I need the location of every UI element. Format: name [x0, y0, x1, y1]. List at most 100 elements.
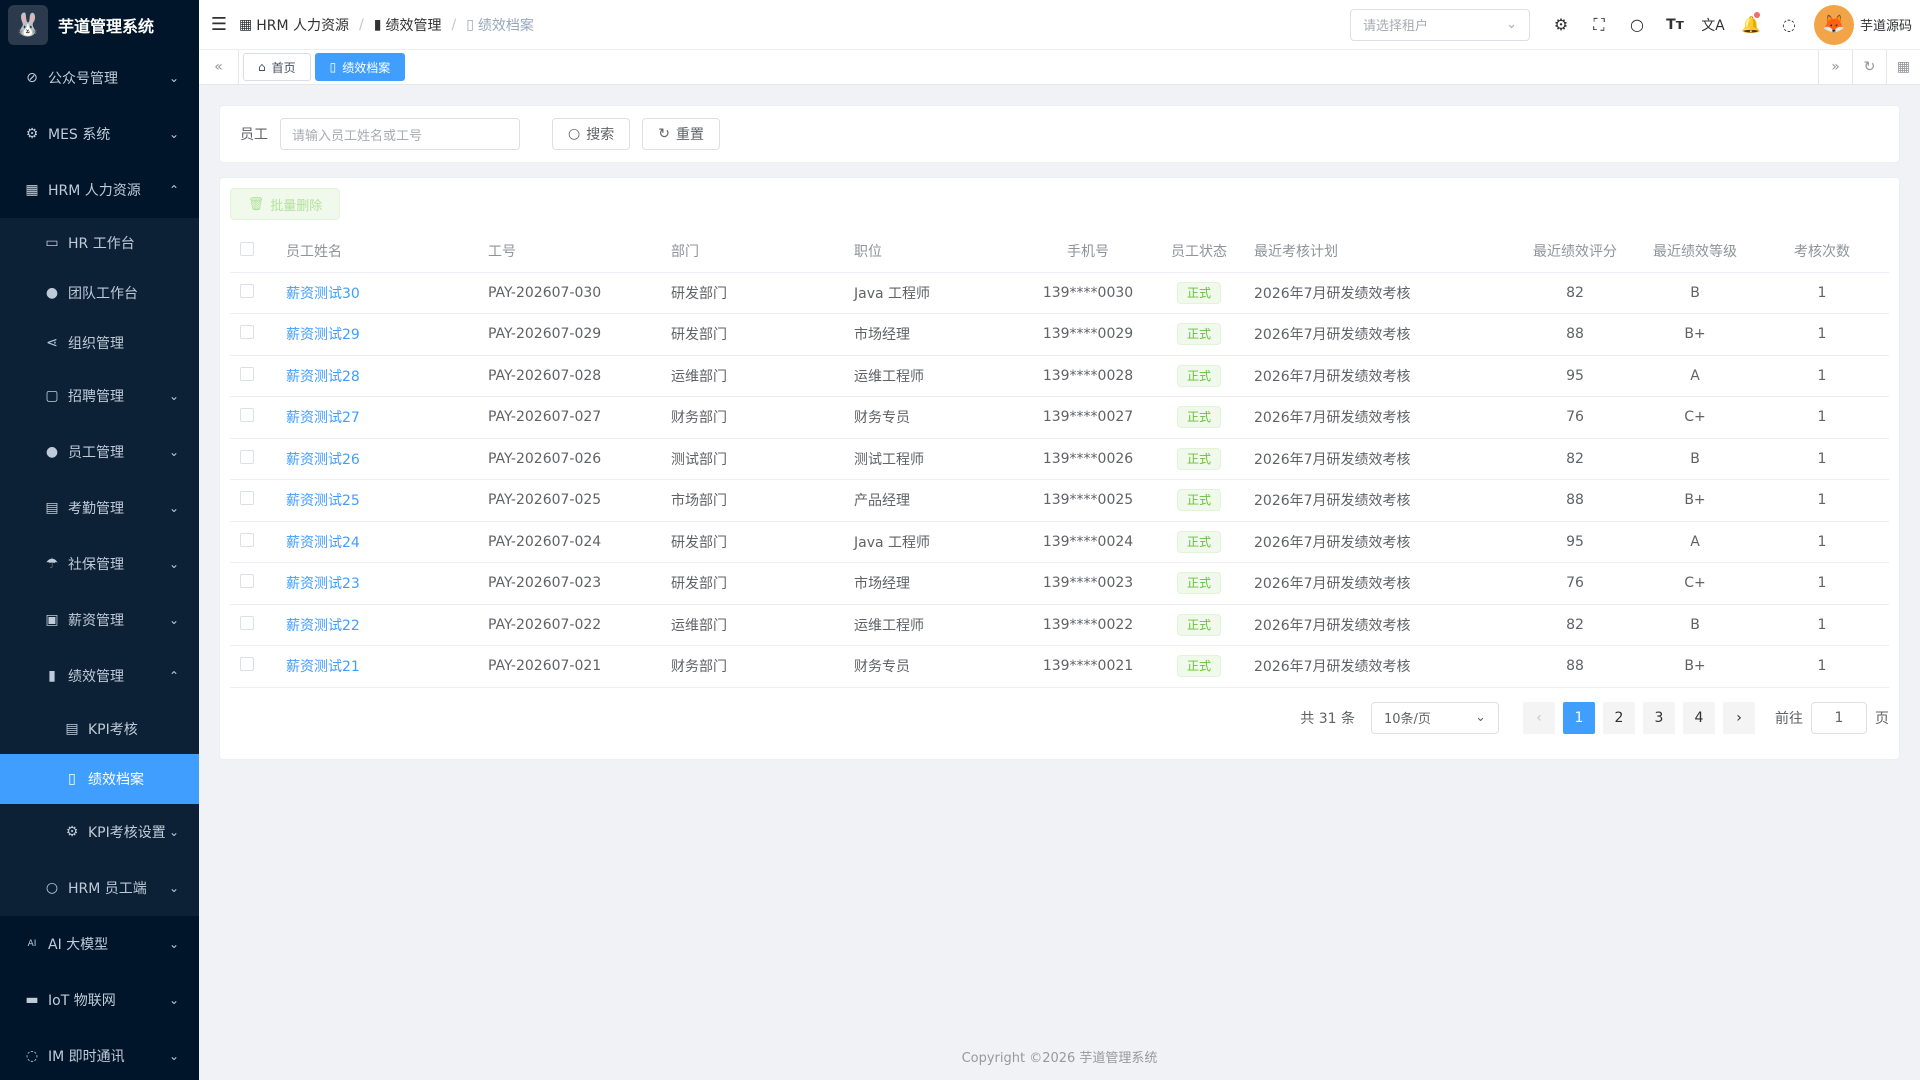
row-checkbox[interactable]: [240, 615, 254, 630]
goto-page-input[interactable]: 1: [1811, 701, 1867, 734]
employee-name-link[interactable]: 薪资测试23: [286, 576, 360, 592]
department-cell: 研发部门: [661, 313, 844, 356]
sidebar-item-performance[interactable]: ▮ 绩效管理 ⌃: [0, 648, 199, 704]
score: 76: [1566, 575, 1584, 592]
sidebar-item-hr-workbench[interactable]: ▭ HR 工作台: [0, 218, 199, 268]
row-checkbox[interactable]: [240, 574, 254, 589]
page-3[interactable]: 3: [1643, 701, 1675, 734]
col-no[interactable]: 工号: [478, 230, 661, 273]
gear-icon[interactable]: ⚙: [1542, 0, 1580, 50]
employee-search-input[interactable]: 请输入员工姓名或工号: [280, 118, 520, 150]
sidebar-item-kpi[interactable]: ▤ KPI考核: [0, 704, 199, 754]
search-button[interactable]: ○ 搜索: [552, 118, 631, 150]
table-row[interactable]: 薪资测试29 PAY-202607-029 研发部门 市场经理 139****0029 正…: [230, 313, 1889, 356]
row-checkbox[interactable]: [240, 408, 254, 423]
table-row[interactable]: 薪资测试28 PAY-202607-028 运维部门 运维工程师 139****0028…: [230, 355, 1889, 397]
double-chevron-right-icon[interactable]: »: [1818, 50, 1852, 84]
batch-delete-button[interactable]: 🗑 批量删除: [230, 188, 340, 220]
row-checkbox[interactable]: [240, 283, 254, 298]
table-row[interactable]: 薪资测试22 PAY-202607-022 运维部门 运维工程师 139****0022…: [230, 604, 1889, 646]
page-2[interactable]: 2: [1603, 701, 1635, 734]
sidebar-item-kpi-settings[interactable]: ⚙ KPI考核设置 ⌄: [0, 804, 199, 860]
search-form: 员工 请输入员工姓名或工号 ○ 搜索 ↻ 重置: [219, 105, 1900, 163]
performance-submenu: ▤ KPI考核 ▯ 绩效档案 ⚙ KPI考核设置 ⌄: [0, 704, 199, 860]
page-4[interactable]: 4: [1683, 701, 1715, 734]
col-dept[interactable]: 部门: [661, 230, 844, 273]
sidebar-item-perf-archive[interactable]: ▯ 绩效档案: [0, 754, 199, 804]
row-checkbox[interactable]: [240, 366, 254, 381]
table-row[interactable]: 薪资测试26 PAY-202607-026 测试部门 测试工程师 139****0026…: [230, 438, 1889, 480]
font-size-icon[interactable]: Tт: [1656, 0, 1694, 50]
col-position[interactable]: 职位: [844, 230, 1022, 273]
fullscreen-icon[interactable]: ⛶: [1580, 0, 1618, 50]
tenant-select[interactable]: 请选择租户 ⌄: [1349, 8, 1530, 41]
table-row[interactable]: 薪资测试21 PAY-202607-021 财务部门 财务专员 139****0021 正…: [230, 645, 1889, 688]
reset-button[interactable]: ↻ 重置: [642, 118, 720, 150]
employee-name-link[interactable]: 薪资测试21: [286, 659, 360, 675]
chat-icon[interactable]: ◌: [1770, 0, 1808, 50]
translate-icon[interactable]: 文A: [1694, 0, 1732, 50]
employee-name-link[interactable]: 薪资测试30: [286, 286, 360, 302]
grade-cell: B+: [1635, 479, 1755, 522]
table-row[interactable]: 薪资测试25 PAY-202607-025 市场部门 产品经理 139****0025 正…: [230, 479, 1889, 522]
sidebar-item-mp[interactable]: ⊘ 公众号管理 ⌄: [0, 50, 199, 106]
col-phone[interactable]: 手机号: [1022, 230, 1154, 273]
table-row[interactable]: 薪资测试23 PAY-202607-023 研发部门 市场经理 139****0023 正…: [230, 562, 1889, 605]
row-checkbox[interactable]: [240, 491, 254, 506]
employee-name-link[interactable]: 薪资测试22: [286, 618, 360, 634]
logo[interactable]: 🐰 芋道管理系统: [0, 0, 199, 50]
double-chevron-left-icon[interactable]: «: [199, 50, 239, 84]
grid-icon[interactable]: ▦: [1886, 50, 1920, 84]
employee-name-link[interactable]: 薪资测试25: [286, 493, 360, 509]
sidebar-item-org[interactable]: ⋖ 组织管理: [0, 318, 199, 368]
page-1[interactable]: 1: [1563, 701, 1595, 734]
sidebar-item-mes[interactable]: ⚙ MES 系统 ⌄: [0, 106, 199, 162]
sidebar-item-team-workbench[interactable]: ● 团队工作台: [0, 268, 199, 318]
row-checkbox[interactable]: [240, 532, 254, 547]
sidebar-item-recruit[interactable]: ▢ 招聘管理 ⌄: [0, 368, 199, 424]
sidebar-item-hrm-employee-portal[interactable]: ○ HRM 员工端 ⌄: [0, 860, 199, 916]
table-row[interactable]: 薪资测试27 PAY-202607-027 财务部门 财务专员 139****0027 正…: [230, 396, 1889, 439]
sidebar-item-hrm[interactable]: ▦ HRM 人力资源 ⌃: [0, 162, 199, 218]
sidebar-item-social[interactable]: ☂ 社保管理 ⌄: [0, 536, 199, 592]
sidebar-item-attendance[interactable]: ▤ 考勤管理 ⌄: [0, 480, 199, 536]
col-count[interactable]: 考核次数: [1755, 230, 1889, 273]
employee-name-link[interactable]: 薪资测试26: [286, 452, 360, 468]
sidebar-item-employee[interactable]: ● 员工管理 ⌄: [0, 424, 199, 480]
sidebar-item-ai[interactable]: AI AI 大模型 ⌄: [0, 916, 199, 972]
score-cell: 88: [1515, 479, 1635, 522]
table-row[interactable]: 薪资测试30 PAY-202607-030 研发部门 Java 工程师 139****0…: [230, 272, 1889, 314]
employee-name-link[interactable]: 薪资测试29: [286, 327, 360, 343]
col-name[interactable]: 员工姓名: [276, 230, 478, 273]
breadcrumb-item-hrm[interactable]: ▦ HRM 人力资源: [239, 15, 349, 35]
sidebar-item-salary[interactable]: ▣ 薪资管理 ⌄: [0, 592, 199, 648]
search-icon[interactable]: ○: [1618, 0, 1656, 50]
col-plan[interactable]: 最近考核计划: [1244, 230, 1515, 273]
employee-name-link[interactable]: 薪资测试28: [286, 369, 360, 385]
employee-name-link[interactable]: 薪资测试24: [286, 535, 360, 551]
row-checkbox[interactable]: [240, 657, 254, 672]
sidebar-item-im[interactable]: ◌ IM 即时通讯 ⌄: [0, 1028, 199, 1080]
table-row[interactable]: 薪资测试24 PAY-202607-024 研发部门 Java 工程师 139****0…: [230, 521, 1889, 563]
prev-page-button[interactable]: ‹: [1523, 701, 1555, 734]
select-all-checkbox[interactable]: [240, 241, 254, 256]
employee-no-cell: PAY-202607-027: [478, 396, 661, 439]
chevron-down-icon: ⌄: [1475, 710, 1486, 725]
page-size-select[interactable]: 10条/页 ⌄: [1371, 701, 1499, 734]
col-grade[interactable]: 最近绩效等级: [1635, 230, 1755, 273]
next-page-button[interactable]: ›: [1723, 701, 1755, 734]
breadcrumb-item-performance[interactable]: ▮ 绩效管理: [374, 15, 442, 35]
employee-name-link[interactable]: 薪资测试27: [286, 410, 360, 426]
user-menu[interactable]: 🦊 芋道源码: [1808, 4, 1920, 45]
col-score[interactable]: 最近绩效评分: [1515, 230, 1635, 273]
tab-home[interactable]: ⌂ 首页: [243, 53, 311, 81]
refresh-icon[interactable]: ↻: [1852, 50, 1886, 84]
row-checkbox[interactable]: [240, 325, 254, 340]
hamburger-icon[interactable]: ☰: [199, 0, 239, 50]
col-status[interactable]: 员工状态: [1154, 230, 1244, 273]
bell-icon[interactable]: 🔔: [1732, 0, 1770, 50]
tab-perf-archive[interactable]: ▯ 绩效档案: [314, 53, 406, 81]
assessment-count-cell: 1: [1755, 313, 1889, 356]
row-checkbox[interactable]: [240, 449, 254, 464]
sidebar-item-iot[interactable]: ▬ IoT 物联网 ⌄: [0, 972, 199, 1028]
